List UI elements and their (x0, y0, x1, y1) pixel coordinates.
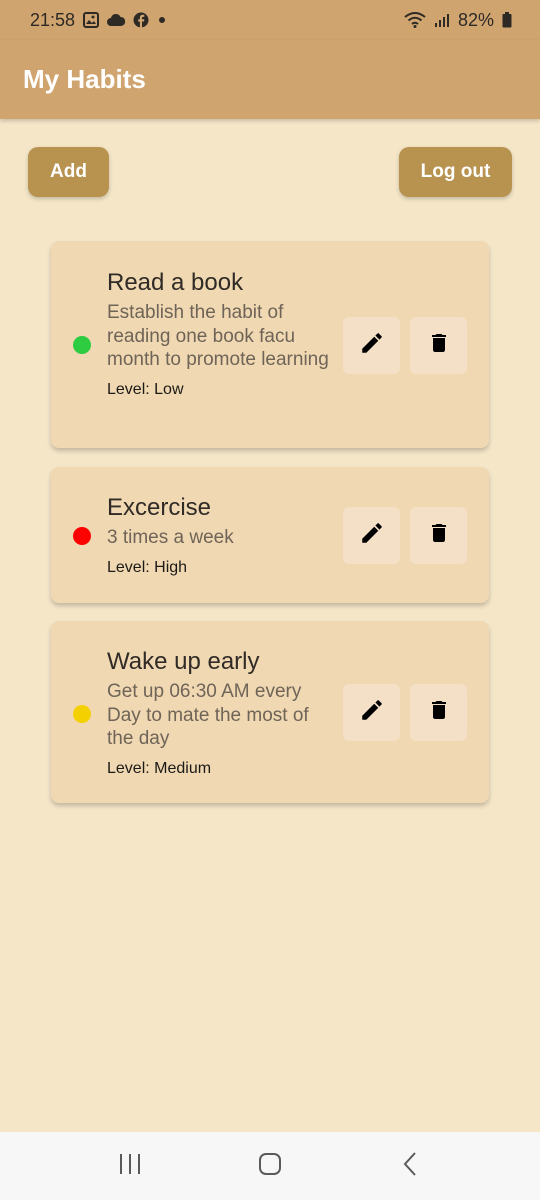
delete-button[interactable] (410, 684, 467, 741)
recent-apps-icon (118, 1153, 142, 1180)
habit-description: Establish the habit of reading one book … (107, 302, 329, 370)
navigation-bar (0, 1132, 540, 1200)
trash-icon (427, 697, 451, 728)
status-right: 82% (404, 10, 512, 31)
cloud-icon (107, 13, 126, 27)
edit-button[interactable] (343, 684, 400, 741)
habit-level: Level: High (107, 558, 188, 576)
habit-title: Excercise (107, 494, 212, 521)
habit-card[interactable]: Excercise 3 times a week Level: High (51, 467, 489, 603)
status-dot (73, 527, 91, 545)
battery-icon (502, 12, 512, 28)
add-button[interactable]: Add (28, 147, 109, 197)
status-dot (73, 336, 91, 354)
signal-icon (434, 12, 450, 28)
status-left: 21:58 (30, 10, 167, 31)
edit-button[interactable] (343, 317, 400, 374)
pencil-icon (359, 520, 385, 551)
facebook-icon (133, 12, 149, 28)
home-button[interactable] (240, 1141, 300, 1191)
wifi-icon (404, 12, 426, 28)
gallery-icon (83, 12, 100, 28)
app-bar: My Habits (0, 40, 540, 119)
trash-icon (427, 520, 451, 551)
recent-apps-button[interactable] (100, 1141, 160, 1191)
habit-text: Read a book Establish the habit of readi… (107, 268, 337, 400)
status-time: 21:58 (30, 9, 76, 30)
habit-title: Read a book (107, 269, 244, 296)
logout-button[interactable]: Log out (399, 147, 512, 197)
status-dot (73, 705, 91, 723)
status-bar: 21:58 82% (0, 0, 540, 40)
battery-percent: 82% (457, 9, 494, 30)
home-icon (258, 1152, 282, 1181)
pencil-icon (359, 697, 385, 728)
edit-button[interactable] (343, 507, 400, 564)
habit-text: Excercise 3 times a week Level: High (107, 493, 337, 578)
trash-icon (427, 330, 451, 361)
habit-level: Level: Low (107, 380, 184, 398)
app-title: My Habits (23, 64, 146, 94)
back-icon (402, 1151, 418, 1182)
habit-title: Wake up early (107, 648, 260, 675)
habit-description: Get up 06:30 AM every Day to mate the mo… (107, 681, 309, 749)
pencil-icon (359, 330, 385, 361)
habit-description: 3 times a week (107, 527, 234, 548)
habit-card[interactable]: Read a book Establish the habit of readi… (51, 241, 489, 448)
delete-button[interactable] (410, 317, 467, 374)
delete-button[interactable] (410, 507, 467, 564)
dot-icon (157, 15, 167, 25)
habit-card[interactable]: Wake up early Get up 06:30 AM every Day … (51, 621, 489, 803)
back-button[interactable] (380, 1141, 440, 1191)
habit-text: Wake up early Get up 06:30 AM every Day … (107, 647, 337, 779)
habit-level: Level: Medium (107, 759, 212, 777)
